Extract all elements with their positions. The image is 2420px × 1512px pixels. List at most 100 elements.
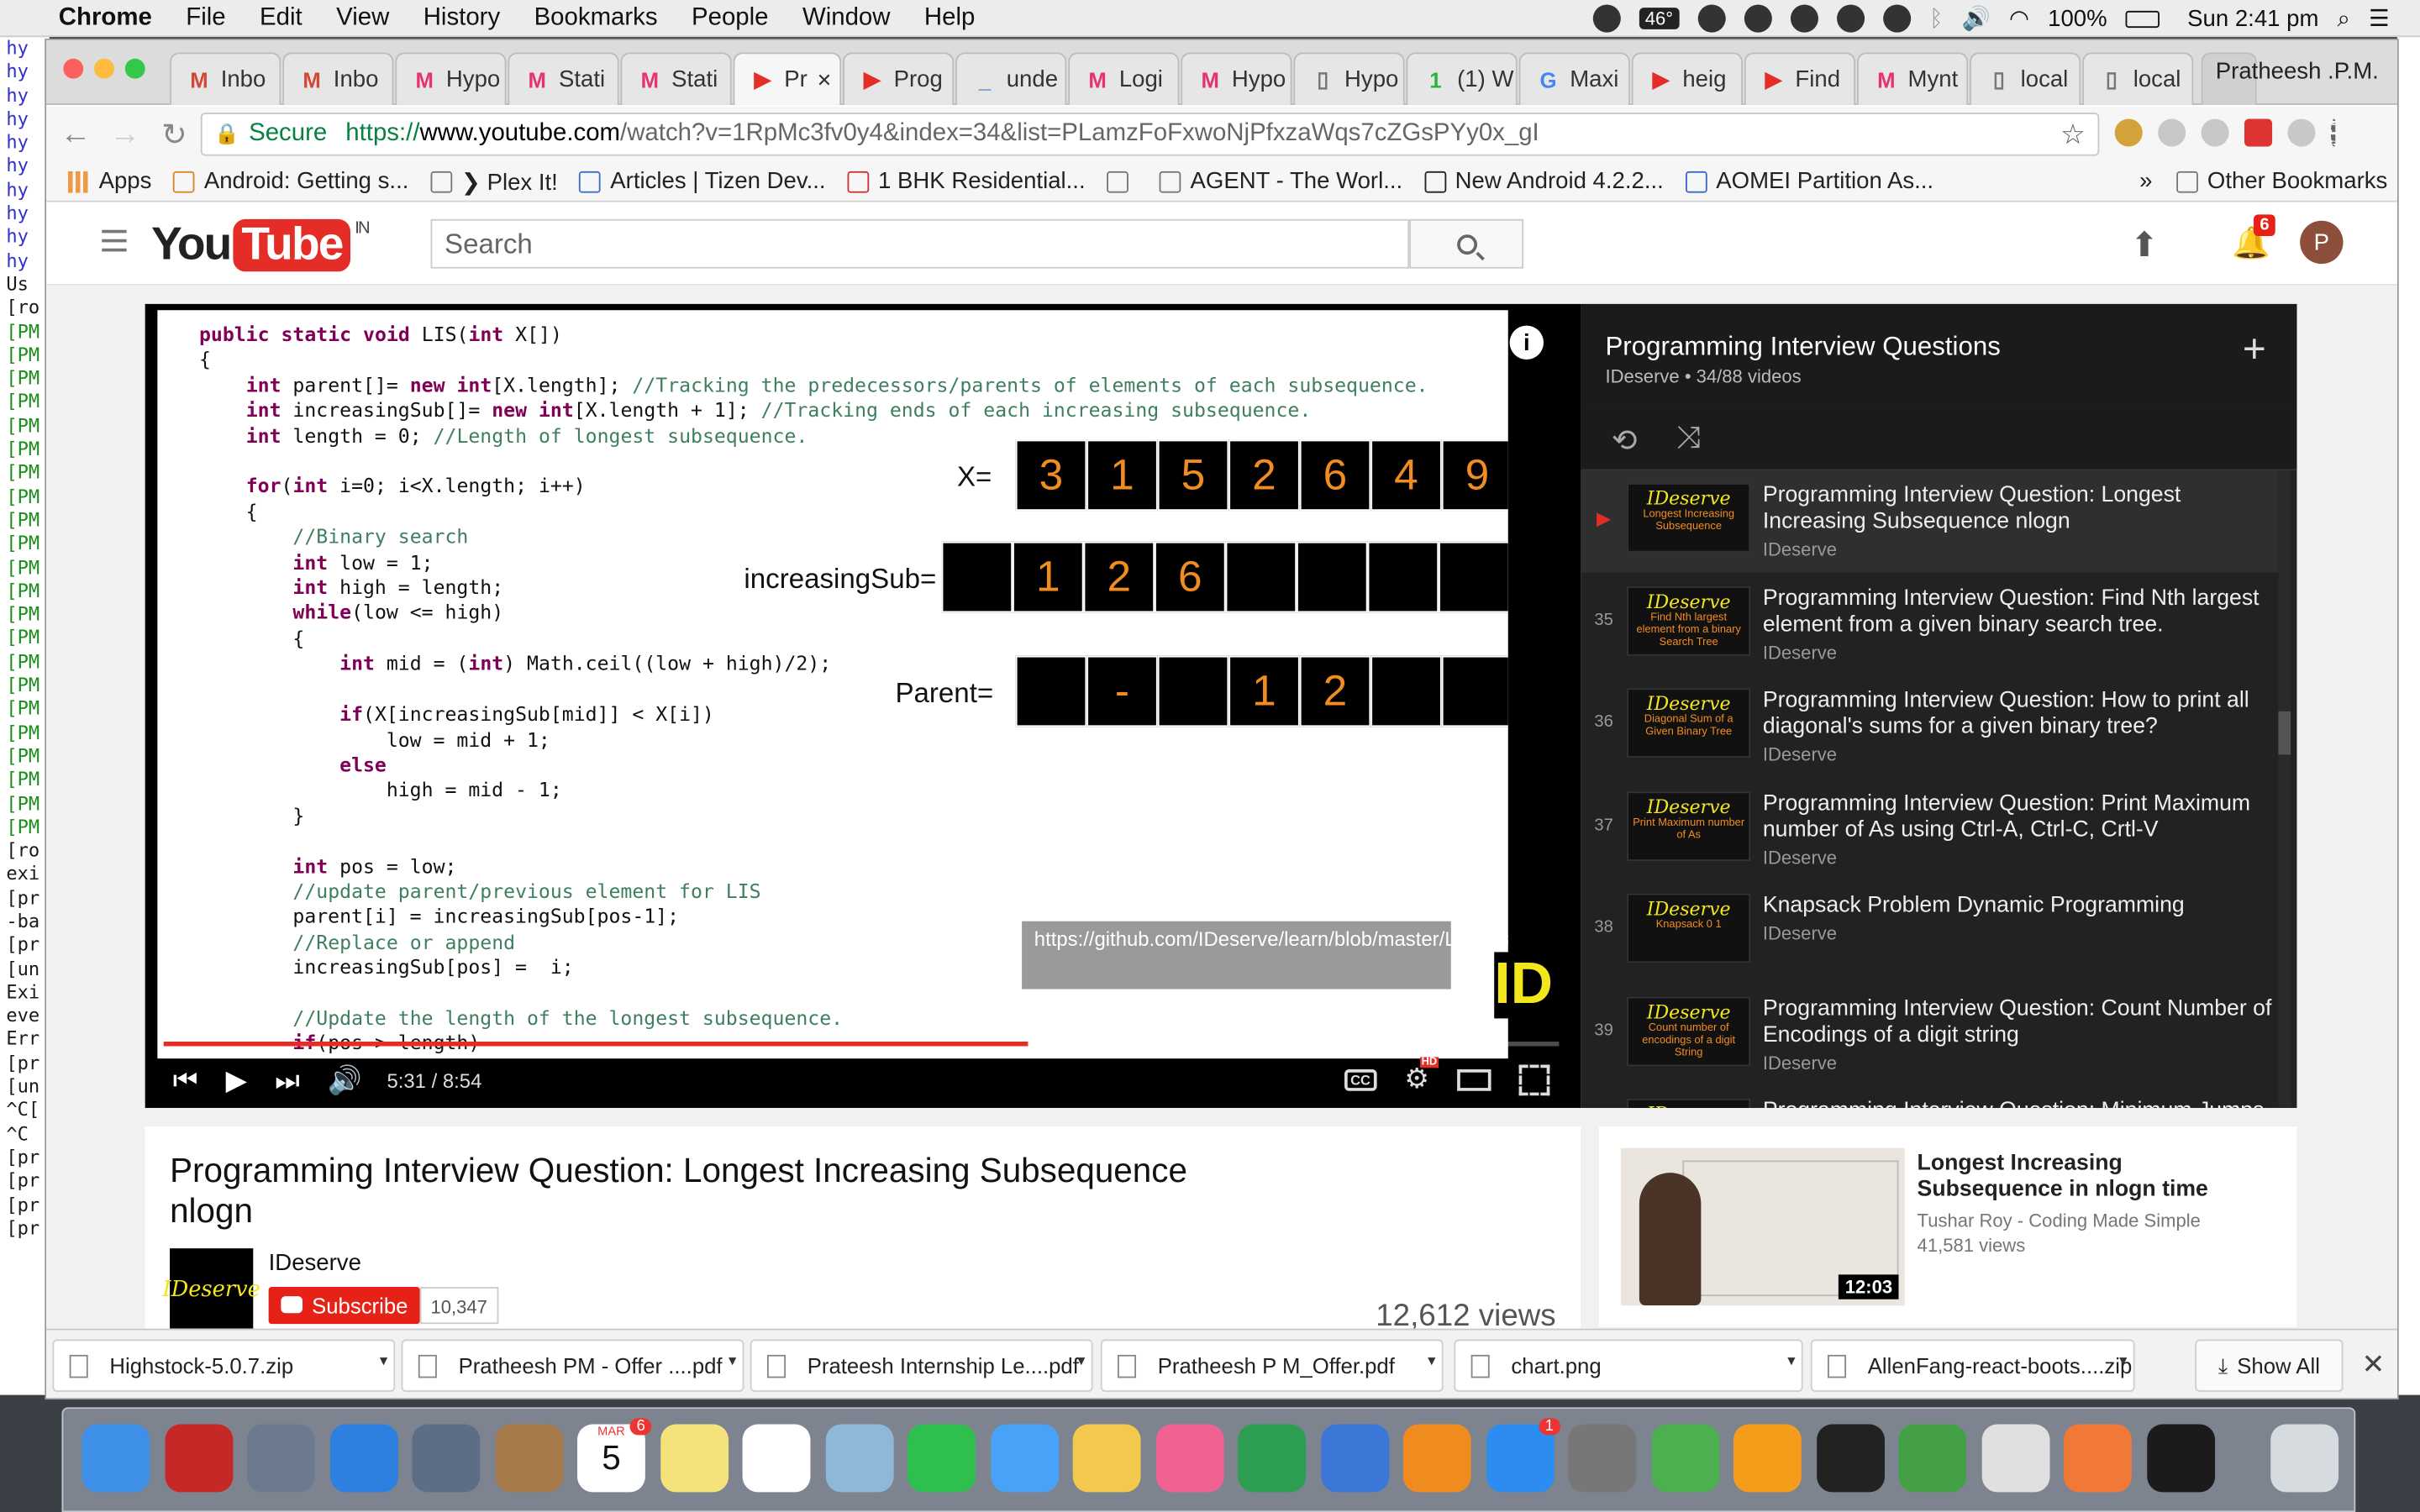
- itunes-icon[interactable]: [1155, 1424, 1223, 1493]
- temperature-widget[interactable]: 46°: [1639, 8, 1680, 29]
- trash-icon[interactable]: [2270, 1424, 2339, 1493]
- tab-9[interactable]: M Hypo: [1181, 52, 1292, 105]
- spotlight-search-icon[interactable]: ⌕: [2337, 5, 2349, 31]
- activity-monitor-icon[interactable]: [2146, 1424, 2215, 1493]
- guide-menu-icon[interactable]: [102, 229, 127, 252]
- scrollbar-thumb[interactable]: [2278, 711, 2291, 755]
- pages-icon[interactable]: [1733, 1424, 1802, 1493]
- safari-icon[interactable]: [329, 1424, 398, 1493]
- download-item[interactable]: chart.png ▾: [1454, 1339, 1803, 1392]
- bookmark-apps[interactable]: Apps: [67, 168, 151, 194]
- tab-12[interactable]: G Maxi: [1518, 52, 1630, 105]
- add-to-icon[interactable]: +: [2243, 326, 2266, 374]
- dropbox-icon[interactable]: [1836, 4, 1865, 33]
- system-preferences-icon[interactable]: [1568, 1424, 1637, 1493]
- playlist-thumbnail[interactable]: IDeserve Count number of encodings of a d…: [1627, 995, 1751, 1066]
- tab-10[interactable]: ▯ Hypo: [1293, 52, 1405, 105]
- wifi-icon[interactable]: ◠: [2009, 5, 2029, 32]
- chevron-down-icon[interactable]: ▾: [2119, 1353, 2127, 1370]
- playlist-item[interactable]: 38 IDeserve Knapsack 0 1 Knapsack Problem D…: [1581, 881, 2278, 983]
- shield-icon[interactable]: [1744, 4, 1772, 33]
- keynote-icon[interactable]: [1320, 1424, 1389, 1493]
- contacts-icon[interactable]: [494, 1424, 563, 1493]
- chevron-down-icon[interactable]: ▾: [729, 1353, 736, 1370]
- search-input[interactable]: Search: [430, 218, 1410, 269]
- play-icon[interactable]: ▶: [226, 1064, 247, 1097]
- tab-5[interactable]: ▶ Pr ✕: [733, 52, 842, 105]
- chrome-menu-icon[interactable]: [2330, 118, 2337, 147]
- menu-window[interactable]: Window: [802, 4, 891, 32]
- reload-button[interactable]: ↻: [155, 115, 195, 154]
- bookmark-aomei[interactable]: AOMEI Partition As...: [1685, 168, 1933, 194]
- terminal-icon[interactable]: [1816, 1424, 1885, 1493]
- download-item[interactable]: Pratheesh P M_Offer.pdf ▾: [1100, 1339, 1444, 1392]
- app-menu-chrome[interactable]: Chrome: [59, 4, 152, 32]
- playlist-item[interactable]: ▶ IDeserve Longest Increasing Subsequence P…: [1581, 470, 2279, 573]
- previous-video-icon[interactable]: ⏮: [173, 1064, 198, 1097]
- preview-icon[interactable]: [824, 1424, 893, 1493]
- playlist-thumbnail[interactable]: IDeserve: [1627, 1098, 1751, 1108]
- tab-2[interactable]: M Hypo: [395, 52, 507, 105]
- playlist-thumbnail[interactable]: IDeserve Knapsack 0 1: [1627, 893, 1751, 963]
- fullscreen-icon[interactable]: [1518, 1063, 1550, 1095]
- upload-status-icon[interactable]: [1592, 4, 1621, 33]
- chevron-down-icon[interactable]: ▾: [1428, 1353, 1435, 1370]
- tab-17[interactable]: ▯ local: [2082, 52, 2194, 105]
- evernote-icon[interactable]: [1898, 1424, 1967, 1493]
- channel-name[interactable]: IDeserve: [269, 1250, 361, 1276]
- cookie-extension-icon[interactable]: [2114, 118, 2143, 147]
- info-icon[interactable]: i: [1509, 325, 1544, 360]
- notification-center-icon[interactable]: ☰: [2369, 5, 2390, 32]
- other-bookmarks[interactable]: Other Bookmarks: [2176, 168, 2387, 194]
- playlist-item-title[interactable]: Knapsack Problem Dynamic Programming: [1763, 894, 2272, 920]
- menu-help[interactable]: Help: [924, 4, 975, 32]
- playlist-scrollbar[interactable]: [2278, 470, 2291, 1108]
- related-video[interactable]: 12:03 Longest Increasing Subsequence in …: [1599, 1126, 2297, 1327]
- chrome-icon[interactable]: [1650, 1424, 1719, 1493]
- playlist-item[interactable]: 39 IDeserve Count number of encodings of a…: [1581, 984, 2278, 1085]
- playlist-thumbnail[interactable]: IDeserve Longest Increasing Subsequence: [1627, 482, 1751, 553]
- notes-icon[interactable]: [660, 1424, 729, 1493]
- battery-percent[interactable]: 100%: [2048, 5, 2107, 31]
- clock[interactable]: Sun 2:41 pm: [2187, 5, 2318, 31]
- antivirus-icon[interactable]: [164, 1424, 233, 1493]
- bookmark-android-422[interactable]: New Android 4.2.2...: [1423, 168, 1664, 194]
- profile-name[interactable]: Pratheesh .P.M.: [2216, 59, 2379, 85]
- tab-6[interactable]: ▶ Prog: [843, 52, 955, 105]
- playlist-thumbnail[interactable]: IDeserve Find Nth largest element from a …: [1627, 585, 1751, 655]
- bookmark-tizen[interactable]: Articles | Tizen Dev...: [579, 168, 826, 194]
- tab-11[interactable]: 1 (1) W: [1406, 52, 1518, 105]
- bookmarks-overflow-icon[interactable]: »: [2139, 168, 2152, 194]
- show-all-downloads-button[interactable]: ⤓ Show All: [2195, 1339, 2344, 1392]
- chevron-down-icon[interactable]: ▾: [380, 1353, 387, 1370]
- tab-8[interactable]: M Logi: [1068, 52, 1180, 105]
- related-video-thumbnail[interactable]: 12:03: [1620, 1147, 1905, 1306]
- related-video-title[interactable]: Longest Increasing Subsequence in nlogn …: [1918, 1151, 2257, 1203]
- forward-button[interactable]: →: [105, 117, 145, 152]
- photos-icon[interactable]: [1072, 1424, 1141, 1493]
- playlist-item-title[interactable]: Programming Interview Question: Longest …: [1763, 483, 2272, 535]
- menu-people[interactable]: People: [692, 4, 769, 32]
- extension-icon[interactable]: [2201, 118, 2229, 147]
- extension-icon[interactable]: [2158, 118, 2186, 147]
- terminal-window-edge[interactable]: hy hy hy hy hy hy hy hy hy hy Us [ro [PM [PM [PM [PM [PM…: [0, 37, 50, 1395]
- playlist-item-title[interactable]: Programming Interview Question: Count Nu…: [1763, 996, 2272, 1048]
- bookmark-agent[interactable]: AGENT - The Worl...: [1159, 168, 1402, 194]
- next-video-icon[interactable]: ⏭: [275, 1064, 300, 1097]
- ibooks-icon[interactable]: [1402, 1424, 1471, 1493]
- volume-icon[interactable]: 🔊: [328, 1064, 362, 1097]
- shuffle-icon[interactable]: ⤨: [1676, 422, 1701, 457]
- close-icon[interactable]: ✕: [2362, 1349, 2386, 1382]
- tab-14[interactable]: ▶ Find: [1744, 52, 1856, 105]
- evernote-icon[interactable]: [1697, 4, 1726, 33]
- tab-3[interactable]: M Stati: [508, 52, 619, 105]
- video-player[interactable]: public static void LIS(int X[]){ int par…: [145, 303, 1581, 1108]
- download-item[interactable]: Pratheesh PM - Offer ....pdf ▾: [401, 1339, 744, 1392]
- progress-bar[interactable]: [163, 1041, 1560, 1047]
- playlist-item-title[interactable]: Programming Interview Question: Find Nth…: [1763, 585, 2272, 638]
- playlist-item[interactable]: 36 IDeserve Diagonal Sum of a Given Binary…: [1581, 676, 2278, 778]
- appstore-icon[interactable]: 1: [1486, 1418, 1560, 1493]
- captions-button[interactable]: CC: [1344, 1068, 1377, 1090]
- background-window-edge[interactable]: [2396, 37, 2420, 1395]
- bookmark-bhk[interactable]: 1 BHK Residential...: [847, 168, 1086, 194]
